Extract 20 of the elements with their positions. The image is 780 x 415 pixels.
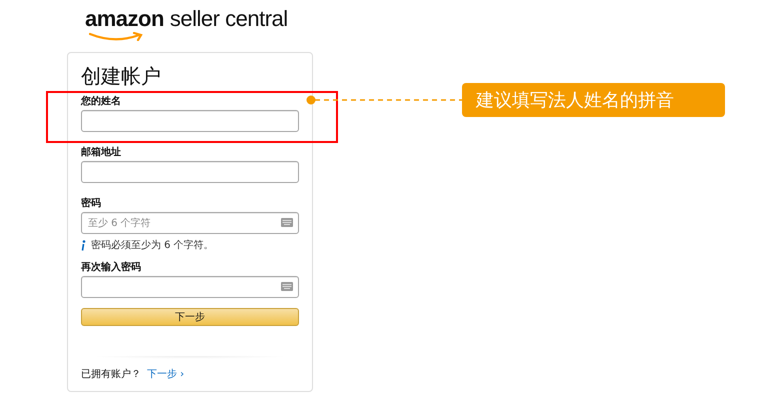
input-field[interactable]: 至少 6 个字符 [81,212,299,234]
signin-prompt: 已拥有账户？ [81,368,141,381]
input-field[interactable] [81,110,299,132]
field-label: 邮箱地址 [81,146,122,159]
field-label: 密码 [81,197,102,210]
field-label: 您的姓名 [81,95,122,108]
logo-wordmark: amazon [85,6,164,32]
form-title: 创建帐户 [81,63,162,89]
keyboard-icon[interactable] [281,282,293,291]
hint-text: 密码必须至少为 6 个字符。 [91,238,214,252]
field-label: 再次输入密码 [81,261,142,274]
info-icon [81,240,86,250]
logo-product-name: seller central [170,6,288,32]
keyboard-icon[interactable] [281,218,293,227]
input-field[interactable] [81,276,299,298]
smile-arrow-icon [89,32,145,41]
signin-link[interactable]: 下一步 › [147,367,184,381]
annotation-callout: 建议填写法人姓名的拼音 [462,83,725,117]
input-field[interactable] [81,161,299,183]
next-button[interactable]: 下一步 [81,308,299,326]
